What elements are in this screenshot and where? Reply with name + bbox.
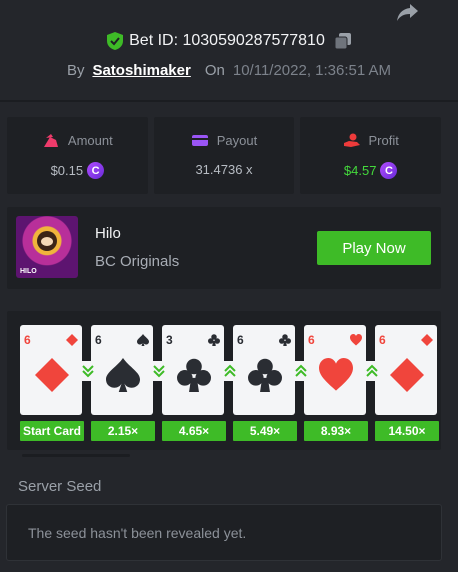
username-link[interactable]: Satoshimaker	[92, 62, 190, 79]
higher-arrow-icon	[291, 361, 311, 381]
club-icon	[248, 358, 282, 392]
diamond-icon	[421, 334, 433, 346]
hand-coin-icon	[343, 133, 360, 147]
card-rank: 6	[95, 333, 102, 347]
scrollbar[interactable]	[22, 454, 130, 457]
diamond-icon	[35, 358, 69, 392]
mascot-image	[37, 231, 57, 251]
copy-icon[interactable]	[334, 33, 351, 49]
playing-card: 6	[91, 325, 153, 415]
multiplier-badge: 14.50×	[375, 421, 439, 441]
thumb-label: HILO	[20, 268, 37, 275]
card-rank: 6	[379, 333, 386, 347]
card-column: 6 2.15×	[91, 325, 155, 441]
game-card: HILO Hilo BC Originals Play Now	[7, 207, 441, 289]
play-now-button[interactable]: Play Now	[317, 231, 431, 265]
game-title: Hilo	[95, 225, 121, 242]
coin-icon: C	[380, 162, 398, 179]
club-icon	[177, 358, 211, 392]
stat-amount-value: $0.15	[50, 163, 84, 178]
higher-arrow-icon	[220, 361, 240, 381]
multiplier-badge: 8.93×	[304, 421, 368, 441]
diamond-icon	[66, 334, 78, 346]
money-bag-icon	[43, 134, 58, 147]
server-seed-box: The seed hasn't been revealed yet.	[6, 504, 442, 561]
share-icon[interactable]	[396, 2, 420, 22]
playing-card: 6	[375, 325, 437, 415]
stat-profit-value: $4.57	[343, 163, 377, 178]
stat-profit: Profit $4.57 C	[300, 117, 442, 194]
stat-payout-value: 31.4736 x	[195, 162, 253, 177]
heart-icon	[319, 358, 353, 391]
card-rank: 6	[24, 333, 31, 347]
bet-header: Bet ID: 1030590287577810 By Satoshimaker…	[0, 32, 458, 79]
higher-arrow-icon	[362, 361, 382, 381]
verified-shield-icon	[107, 32, 124, 50]
heart-icon	[350, 334, 362, 346]
multiplier-badge: 2.15×	[91, 421, 155, 441]
card-rank: 3	[166, 333, 173, 347]
multiplier-badge: 4.65×	[162, 421, 226, 441]
multiplier-badge: 5.49×	[233, 421, 297, 441]
stat-payout: Payout 31.4736 x	[153, 117, 295, 194]
bet-date: 10/11/2022, 1:36:51 AM	[232, 62, 392, 79]
card-history: 6 Start Card 6 2.15× 3 4.65× 6 5.49× 6 8…	[7, 311, 441, 450]
bet-stats: Amount $0.15 C Payout 31.4736 x Profit $…	[7, 117, 442, 194]
server-seed-title: Server Seed	[18, 478, 102, 495]
spade-icon	[106, 358, 140, 392]
club-icon	[279, 334, 291, 346]
by-label: By	[66, 62, 85, 79]
on-label: On	[204, 62, 225, 79]
stat-profit-label: Profit	[368, 133, 399, 148]
stat-payout-label: Payout	[216, 133, 258, 148]
coin-icon: C	[87, 162, 105, 179]
game-provider: BC Originals	[95, 253, 180, 270]
spade-icon	[137, 334, 149, 346]
game-thumbnail[interactable]: HILO	[16, 216, 78, 278]
card-column: 6 Start Card	[20, 325, 84, 441]
card-column: 6 8.93×	[304, 325, 368, 441]
diamond-icon	[390, 358, 424, 392]
divider	[0, 100, 458, 102]
stat-amount-label: Amount	[67, 133, 113, 148]
bet-id: Bet ID: 1030590287577810	[129, 32, 325, 49]
playing-card: 6	[304, 325, 366, 415]
multiplier-badge: Start Card	[20, 421, 84, 441]
card-column: 6 14.50×	[375, 325, 439, 441]
card-column: 3 4.65×	[162, 325, 226, 441]
lower-arrow-icon	[78, 361, 98, 381]
lower-arrow-icon	[149, 361, 169, 381]
club-icon	[208, 334, 220, 346]
card-column: 6 5.49×	[233, 325, 297, 441]
wallet-icon	[191, 135, 208, 146]
card-rank: 6	[237, 333, 244, 347]
card-rank: 6	[308, 333, 315, 347]
playing-card: 6	[233, 325, 295, 415]
playing-card: 6	[20, 325, 82, 415]
playing-card: 3	[162, 325, 224, 415]
server-seed-message: The seed hasn't been revealed yet.	[28, 525, 247, 541]
stat-amount: Amount $0.15 C	[7, 117, 148, 194]
